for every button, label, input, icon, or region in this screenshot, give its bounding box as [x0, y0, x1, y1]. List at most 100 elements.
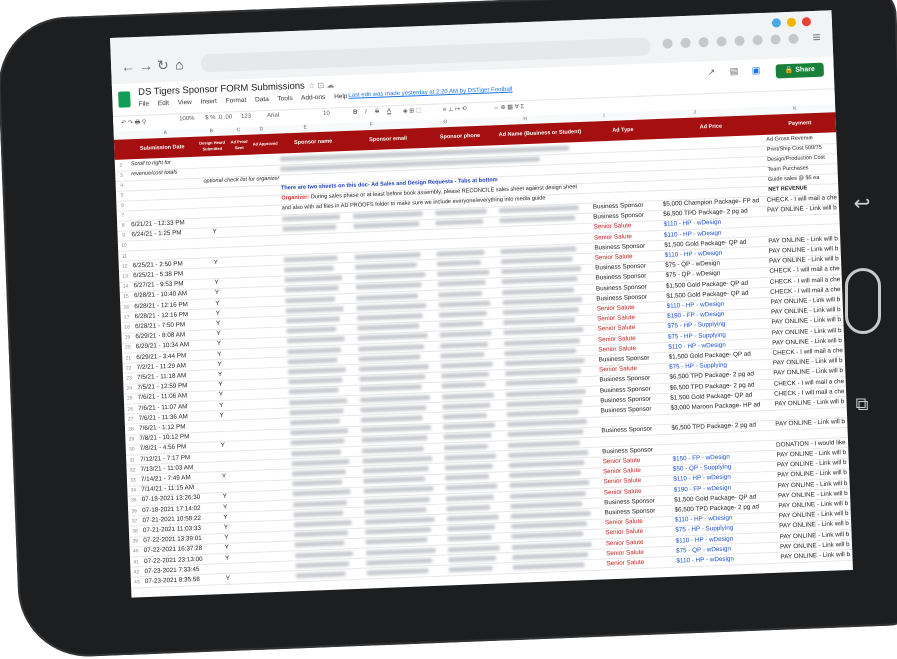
payment-cell[interactable]: PAY ONLINE - Link will b: [773, 357, 843, 367]
design-heard-cell[interactable]: Y: [216, 330, 220, 337]
submission-date-cell[interactable]: 07-18-2021 17:14:02: [142, 504, 201, 513]
payment-cell[interactable]: PAY ONLINE - Link will b: [777, 459, 847, 469]
ad-type-cell[interactable]: Senior Salute: [599, 365, 637, 373]
extension-icon[interactable]: [698, 37, 709, 48]
font-select[interactable]: Arial: [267, 113, 279, 119]
row-number[interactable]: 36: [128, 508, 140, 514]
payment-cell[interactable]: PAY ONLINE - Link will b: [769, 245, 839, 255]
row-number[interactable]: 17: [121, 314, 133, 320]
design-heard-cell[interactable]: Y: [214, 279, 218, 286]
row-number[interactable]: 25: [124, 396, 136, 402]
payment-cell[interactable]: PAY ONLINE - Link will b: [778, 480, 848, 490]
ad-type-cell[interactable]: Senior Salute: [606, 549, 644, 557]
submission-date-cell[interactable]: 7/8/21 - 4:56 PM: [140, 444, 187, 453]
submission-date-cell[interactable]: 6/29/21 - 8:08 AM: [135, 332, 185, 341]
column-header[interactable]: E: [303, 125, 307, 131]
row-number[interactable]: 27: [125, 416, 137, 422]
design-heard-cell[interactable]: Y: [223, 493, 227, 500]
extension-icon[interactable]: [716, 36, 727, 47]
ad-price-cell[interactable]: $110 - HP - wDesign: [673, 474, 731, 483]
ad-type-cell[interactable]: Business Sponsor: [595, 263, 646, 272]
submission-date-cell[interactable]: 7/14/21 - 7:49 AM: [141, 474, 191, 483]
column-header[interactable]: J: [693, 110, 696, 116]
payment-cell[interactable]: PAY ONLINE - Link will b: [773, 368, 843, 378]
column-header[interactable]: I: [603, 113, 605, 119]
submission-date-cell[interactable]: 6/27/21 - 9:53 PM: [133, 281, 183, 290]
submission-date-cell[interactable]: 6/28/21 - 10:40 AM: [134, 291, 187, 300]
ad-price-cell[interactable]: $110 - HP - wDesign: [675, 515, 733, 524]
payment-cell[interactable]: PAY ONLINE - Link will b: [772, 327, 842, 337]
menu-addons[interactable]: Add-ons: [301, 94, 325, 102]
ad-price-cell[interactable]: $110 - HP - wDesign: [663, 219, 721, 228]
payment-cell[interactable]: CHECK - I will mail a che: [772, 347, 843, 357]
row-number[interactable]: 34: [127, 487, 139, 494]
window-dot-blue-icon[interactable]: [771, 18, 782, 28]
menu-insert[interactable]: Insert: [201, 98, 218, 106]
zoom-select[interactable]: 100%: [179, 116, 195, 123]
ad-type-cell[interactable]: Business Sponsor: [595, 273, 646, 282]
back-icon[interactable]: ↩: [851, 193, 873, 215]
ad-type-cell[interactable]: Senior Salute: [604, 488, 642, 496]
row-number[interactable]: 42: [130, 569, 142, 575]
submission-date-cell[interactable]: 6/25/21 - 2:50 PM: [133, 260, 183, 269]
column-header[interactable]: B: [210, 128, 214, 134]
design-heard-cell[interactable]: Y: [223, 503, 227, 510]
menu-help[interactable]: Help: [334, 93, 348, 101]
column-header[interactable]: A: [164, 130, 168, 136]
row-number[interactable]: 21: [122, 355, 134, 361]
design-heard-cell[interactable]: Y: [212, 228, 216, 235]
home-button[interactable]: [845, 268, 881, 334]
number-format-select[interactable]: 123: [241, 114, 251, 120]
star-icon[interactable]: ☆ ⊡ ☁: [308, 80, 335, 90]
submission-date-cell[interactable]: 07-21-2021 10:58:22: [142, 515, 201, 524]
column-header[interactable]: K: [793, 106, 797, 112]
menu-icon[interactable]: ≡: [812, 29, 821, 45]
ad-price-cell[interactable]: $110 - HP - wDesign: [667, 301, 725, 310]
extension-icon[interactable]: [770, 34, 781, 45]
extension-icon[interactable]: [680, 37, 691, 49]
extension-icon[interactable]: [662, 38, 673, 49]
ad-type-cell[interactable]: Senior Salute: [605, 518, 643, 526]
row-number[interactable]: 38: [129, 528, 141, 534]
menu-edit[interactable]: Edit: [158, 100, 169, 107]
submission-date-cell[interactable]: 7/6/21 - 11:36 AM: [138, 413, 187, 422]
row-number[interactable]: 12: [119, 263, 131, 269]
back-arrow-icon[interactable]: ←: [121, 58, 136, 75]
font-size-select[interactable]: 10: [323, 111, 330, 117]
bold-icon[interactable]: B: [353, 110, 358, 116]
design-heard-cell[interactable]: Y: [219, 402, 223, 409]
ad-type-cell[interactable]: Business Sponsor: [599, 355, 650, 364]
row-number[interactable]: 20: [122, 345, 134, 351]
row-number[interactable]: 9: [117, 233, 129, 239]
ad-type-cell[interactable]: Senior Salute: [595, 253, 633, 261]
ad-price-cell[interactable]: $190 - FP - wDesign: [667, 311, 725, 320]
reload-icon[interactable]: ↻: [157, 57, 169, 73]
ad-type-cell[interactable]: Senior Salute: [597, 314, 635, 322]
submission-date-cell[interactable]: 07-22-2021 13:39:01: [143, 535, 202, 544]
ad-type-cell[interactable]: Business Sponsor: [604, 507, 655, 516]
text-color-icon[interactable]: A: [387, 108, 391, 114]
design-heard-cell[interactable]: Y: [219, 412, 223, 419]
extension-icon[interactable]: [788, 33, 799, 44]
submission-date-cell[interactable]: 7/6/21 - 1:12 PM: [139, 423, 186, 432]
submission-date-cell[interactable]: 7/8/21 - 10:12 PM: [139, 433, 189, 442]
comment-icon[interactable]: ▤: [730, 66, 739, 77]
header-submission-date[interactable]: Submission Date: [126, 137, 199, 160]
submission-date-cell[interactable]: 7/5/21 - 12:59 PM: [137, 382, 187, 391]
home-icon[interactable]: ⌂: [175, 56, 184, 72]
payment-cell[interactable]: PAY ONLINE - Link will b: [771, 306, 841, 316]
column-header[interactable]: G: [443, 119, 447, 125]
design-heard-cell[interactable]: Y: [215, 289, 219, 296]
row-number[interactable]: 40: [130, 549, 142, 555]
menu-data[interactable]: Data: [255, 96, 269, 104]
ad-price-cell[interactable]: $75 - HP - Supplying: [667, 321, 725, 330]
submission-date-cell[interactable]: 07-18-2021 13:26:30: [142, 494, 201, 503]
row-number[interactable]: 14: [119, 284, 131, 290]
ad-price-cell[interactable]: $1,500 Gold Package- QP ad: [666, 279, 748, 289]
row-number[interactable]: 26: [124, 406, 136, 412]
design-heard-cell[interactable]: Y: [214, 259, 218, 266]
submission-date-cell[interactable]: 6/21/21 - 12:33 PM: [131, 219, 185, 228]
ad-type-cell[interactable]: Senior Salute: [606, 559, 644, 567]
payment-cell[interactable]: PAY ONLINE - Link will b: [778, 500, 848, 510]
payment-cell[interactable]: PAY ONLINE - Link will b: [779, 520, 849, 530]
